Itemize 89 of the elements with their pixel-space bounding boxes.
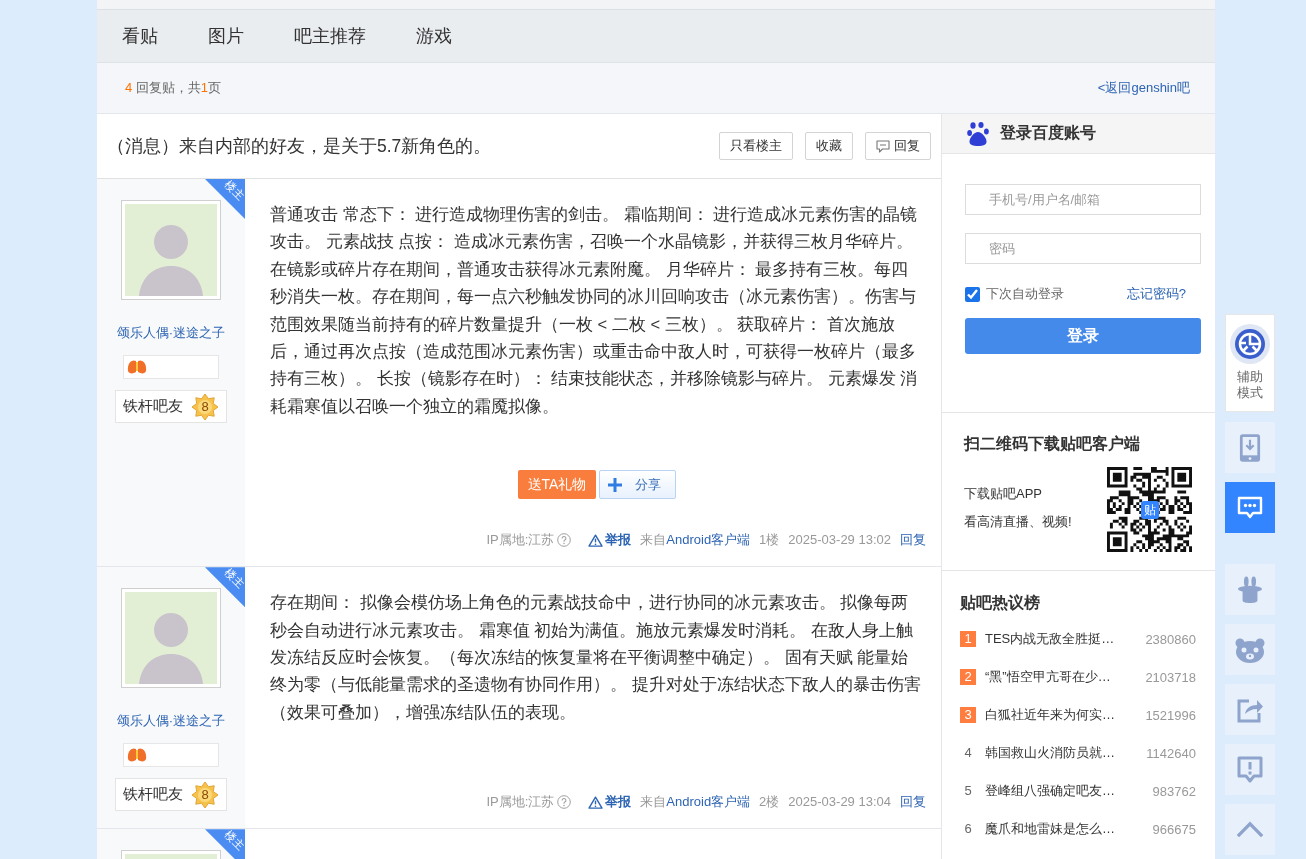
nav-tab[interactable]: 游戏 bbox=[391, 10, 477, 62]
nav-tab[interactable]: 图片 bbox=[183, 10, 269, 62]
app-promo-text: 下载贴吧APP bbox=[964, 485, 1043, 503]
client-link[interactable]: Android客户端 bbox=[666, 792, 751, 813]
member-rank-title: 铁杆吧友 bbox=[123, 397, 183, 416]
forgot-password-link[interactable]: 忘记密码? bbox=[1126, 285, 1186, 303]
accessibility-mode-button[interactable]: 辅助模式 bbox=[1225, 314, 1275, 412]
bear-face-icon bbox=[1235, 636, 1265, 663]
thread-title: （消息）来自内部的好友，是关于5.7新角色的。 bbox=[107, 135, 492, 158]
report-link[interactable]: 举报 bbox=[588, 530, 632, 551]
heat-count: 2103718 bbox=[1144, 669, 1196, 685]
rank-number: 4 bbox=[963, 745, 973, 761]
login-title: 登录百度账号 bbox=[1000, 123, 1096, 143]
nav-tab[interactable]: 看贴 bbox=[97, 10, 183, 62]
reply-button[interactable]: 回复 bbox=[865, 132, 931, 160]
source-label: 来自 bbox=[640, 531, 667, 550]
comment-icon bbox=[876, 139, 890, 153]
report-tool-button[interactable] bbox=[1225, 744, 1275, 795]
plus-icon bbox=[607, 476, 624, 493]
post-body: 普通攻击 常态下： 进行造成物理伤害的剑击。 霜临期间： 进行造成冰元素伤害的晶镜攻击。 元素战技 点按： 造成冰元素伤害，召唤一个水晶镜影，并获得三枚月华碎片。在镜影或碎片存在期间，普通攻击获得冰元素附魔。 月华碎片： 最多持有三枚。每四秒消失一枚。存在期间，每一点六秒触发协同的冰川回响攻击（冰元素伤害）。伤害与范围效果随当前持有的碎片数量提升（一枚 < 二枚 < 三枚）。 获取碎片： 首次施放后，通过再次点按（造成范围冰元素伤害）或重击命中敌人时，可获得一枚碎片（最多持有三枚）。 长按（镜影存在时）： 结束技能状态，并移除镜影与碎片。 元素爆发 消耗霜寒值以召唤一个独立的霜魇拟像。 bbox=[270, 204, 919, 417]
share-tool-button[interactable] bbox=[1225, 684, 1275, 735]
rank-number: 3 bbox=[960, 707, 976, 723]
accessibility-icon bbox=[1230, 324, 1270, 364]
bear-face-button[interactable] bbox=[1225, 624, 1275, 675]
avatar-placeholder[interactable] bbox=[121, 588, 221, 689]
remember-label: 下次自动登录 bbox=[986, 285, 1064, 303]
qr-logo: 贴 bbox=[1141, 501, 1159, 519]
heat-count: 983762 bbox=[1151, 783, 1196, 799]
paw-logo-icon bbox=[967, 121, 989, 146]
post-time: 2025-03-29 13:04 bbox=[788, 793, 891, 812]
reply-link[interactable]: 回复 bbox=[900, 530, 926, 551]
back-link[interactable]: <返回genshin吧 bbox=[1097, 79, 1190, 97]
level-badge: 8 bbox=[192, 393, 218, 420]
post-time: 2025-03-29 13:02 bbox=[788, 531, 891, 550]
client-link[interactable]: Android客户端 bbox=[666, 530, 751, 551]
app-download-button[interactable] bbox=[1225, 422, 1275, 473]
login-button[interactable]: 登录 bbox=[965, 318, 1201, 354]
heat-count: 1142640 bbox=[1145, 745, 1196, 761]
floor-number: 2楼 bbox=[759, 793, 780, 812]
author-only-button[interactable]: 只看楼主 bbox=[719, 132, 793, 160]
magic-hat-button[interactable] bbox=[1225, 564, 1275, 615]
remember-checkbox[interactable] bbox=[965, 286, 980, 302]
report-icon bbox=[1237, 755, 1263, 784]
back-to-top-button[interactable] bbox=[1225, 804, 1275, 855]
password-field[interactable]: 密码 bbox=[965, 233, 1201, 264]
hot-list-title: 贴吧热议榜 bbox=[960, 593, 1041, 613]
warning-icon bbox=[588, 533, 604, 547]
app-download-title: 扫二维码下载贴吧客户端 bbox=[964, 434, 1141, 454]
hot-topic-link[interactable]: TES内战无敌全胜挺… bbox=[985, 630, 1115, 648]
reply-summary: 4 回复贴，共1页 bbox=[125, 79, 222, 97]
post-body: 存在期间： 拟像会模仿场上角色的元素战技命中，进行协同的冰元素攻击。 拟像每两秒会自动进行冰元素攻击。 霜寒值 初始为满值。施放元素爆发时消耗。 在敌人身上触发冻结反应时会恢复。（每次冻结的恢复量将在平衡调整中确定）。 固有天赋 能量始终为零（与低能量需求的圣遗物有协同作用）。 提升对处于冻结状态下敌人的暴击伤害（效果可叠加），增强冻结队伍的表现。 bbox=[270, 592, 922, 723]
hot-topic-link[interactable]: 韩国救山火消防员就… bbox=[985, 744, 1115, 762]
feedback-chat-button[interactable] bbox=[1225, 482, 1275, 533]
rank-number: 1 bbox=[960, 631, 976, 647]
help-icon[interactable] bbox=[557, 533, 572, 548]
hot-topic-link[interactable]: 魔爪和地雷妹是怎么… bbox=[985, 820, 1115, 838]
heat-count: 1521996 bbox=[1144, 707, 1196, 723]
magic-hat-icon bbox=[1237, 575, 1263, 604]
rank-number: 5 bbox=[963, 783, 973, 799]
heat-count: 966675 bbox=[1151, 821, 1196, 837]
share-button[interactable]: 分享 bbox=[599, 470, 677, 500]
chevron-up-icon bbox=[1236, 821, 1264, 838]
username-field[interactable]: 手机号/用户名/邮箱 bbox=[965, 184, 1201, 215]
wings-icon bbox=[127, 747, 147, 764]
warning-icon bbox=[588, 795, 604, 809]
member-rank-title: 铁杆吧友 bbox=[123, 785, 183, 805]
hot-topic-link[interactable]: “黑”悟空甲亢哥在少… bbox=[985, 668, 1111, 686]
ip-location: IP属地:江苏 bbox=[486, 531, 555, 550]
wings-icon bbox=[127, 359, 147, 375]
heat-count: 2380860 bbox=[1144, 631, 1196, 647]
floor-number: 1楼 bbox=[759, 531, 780, 550]
source-label: 来自 bbox=[640, 793, 667, 812]
nav-tab[interactable]: 吧主推荐 bbox=[269, 10, 391, 62]
rank-number: 2 bbox=[960, 669, 976, 685]
username-link[interactable]: 颂乐人偶·迷途之子 bbox=[116, 324, 226, 341]
app-promo-text: 看高清直播、视频! bbox=[964, 513, 1072, 531]
ip-location: IP属地:江苏 bbox=[486, 793, 555, 812]
level-badge: 8 bbox=[192, 781, 218, 808]
chat-icon bbox=[1237, 495, 1263, 520]
help-icon[interactable] bbox=[557, 795, 572, 810]
hot-topic-link[interactable]: 白狐社近年来为何实… bbox=[985, 706, 1115, 724]
phone-download-icon bbox=[1239, 432, 1261, 463]
favorite-button[interactable]: 收藏 bbox=[805, 132, 853, 160]
report-link[interactable]: 举报 bbox=[588, 792, 632, 813]
reply-link[interactable]: 回复 bbox=[900, 792, 926, 813]
rank-number: 6 bbox=[963, 821, 973, 837]
avatar-placeholder[interactable] bbox=[121, 200, 221, 300]
username-link[interactable]: 颂乐人偶·迷途之子 bbox=[116, 712, 226, 730]
hot-topic-link[interactable]: 登峰组八强确定吧友… bbox=[985, 782, 1115, 800]
